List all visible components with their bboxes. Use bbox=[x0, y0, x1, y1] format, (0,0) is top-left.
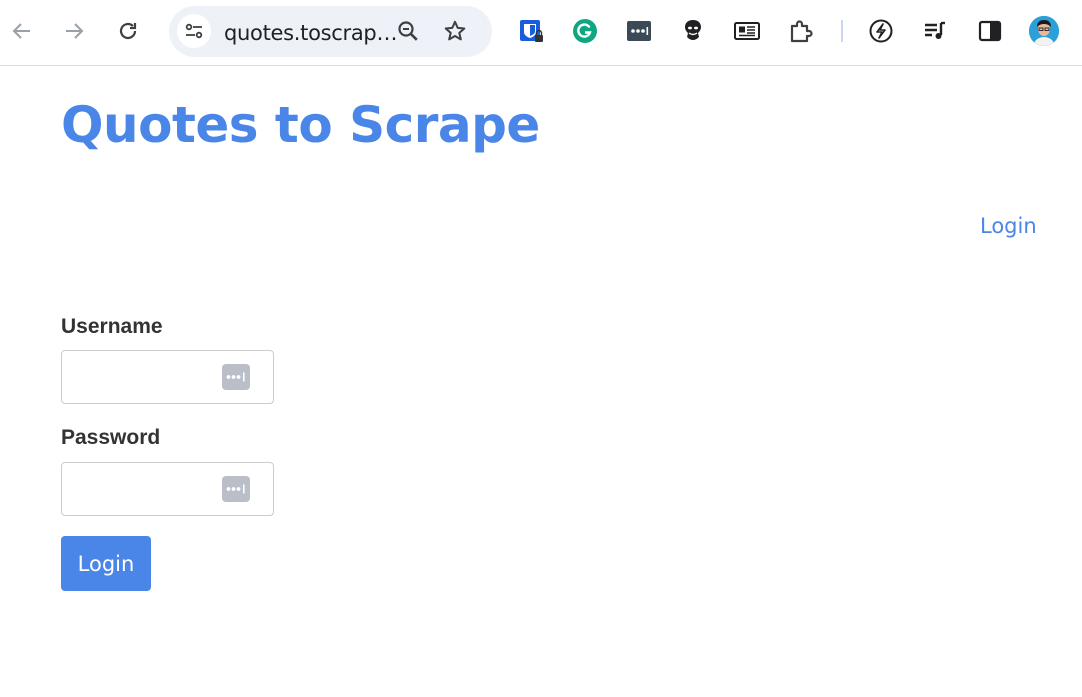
bitwarden-icon bbox=[520, 20, 543, 42]
star-icon bbox=[444, 20, 466, 41]
grammarly-icon bbox=[573, 19, 597, 43]
news-extension[interactable] bbox=[732, 16, 762, 46]
password-dots-icon bbox=[627, 21, 651, 41]
tune-icon bbox=[185, 23, 203, 39]
page-title[interactable]: Quotes to Scrape bbox=[61, 96, 540, 154]
password-field[interactable] bbox=[61, 462, 274, 516]
reload-icon bbox=[119, 22, 137, 40]
hacker-icon bbox=[685, 20, 701, 40]
leaf-extension[interactable] bbox=[866, 16, 896, 46]
password-dots-icon bbox=[226, 484, 245, 494]
playlist-icon bbox=[925, 21, 945, 39]
password-manager-key[interactable] bbox=[222, 364, 250, 390]
password-dots-icon bbox=[226, 372, 245, 382]
avatar-image bbox=[1029, 16, 1059, 46]
header-login-link[interactable]: Login bbox=[980, 214, 1037, 238]
site-settings-button[interactable] bbox=[177, 14, 211, 48]
zoom-button[interactable] bbox=[395, 18, 421, 44]
back-arrow-icon bbox=[12, 23, 30, 39]
media-control-button[interactable] bbox=[920, 16, 950, 46]
bookmark-button[interactable] bbox=[442, 18, 468, 44]
hacker-extension[interactable] bbox=[678, 16, 708, 46]
toolbar-separator bbox=[841, 20, 843, 42]
reload-button[interactable] bbox=[110, 13, 146, 49]
password-manager-key[interactable] bbox=[222, 476, 250, 502]
puzzle-icon bbox=[790, 20, 813, 43]
extensions-button[interactable] bbox=[786, 16, 816, 46]
zoom-out-icon bbox=[398, 21, 418, 41]
back-button[interactable] bbox=[4, 13, 40, 49]
forward-arrow-icon bbox=[66, 23, 84, 39]
profile-avatar[interactable] bbox=[1029, 16, 1059, 46]
password-label: Password bbox=[61, 426, 161, 449]
username-field[interactable] bbox=[61, 350, 274, 404]
browser-toolbar: quotes.toscrap… bbox=[0, 0, 1082, 66]
username-label: Username bbox=[61, 315, 163, 338]
newspaper-icon bbox=[734, 22, 760, 40]
login-submit-button[interactable]: Login bbox=[61, 536, 151, 591]
side-panel-button[interactable] bbox=[975, 16, 1005, 46]
side-panel-icon bbox=[978, 20, 1002, 42]
address-bar[interactable]: quotes.toscrap… bbox=[169, 6, 492, 57]
url-text[interactable]: quotes.toscrap… bbox=[224, 21, 397, 45]
bitwarden-extension[interactable] bbox=[516, 16, 546, 46]
forward-button[interactable] bbox=[56, 13, 92, 49]
grammarly-extension[interactable] bbox=[570, 16, 600, 46]
password-extension[interactable] bbox=[624, 16, 654, 46]
leaf-icon bbox=[869, 19, 893, 43]
